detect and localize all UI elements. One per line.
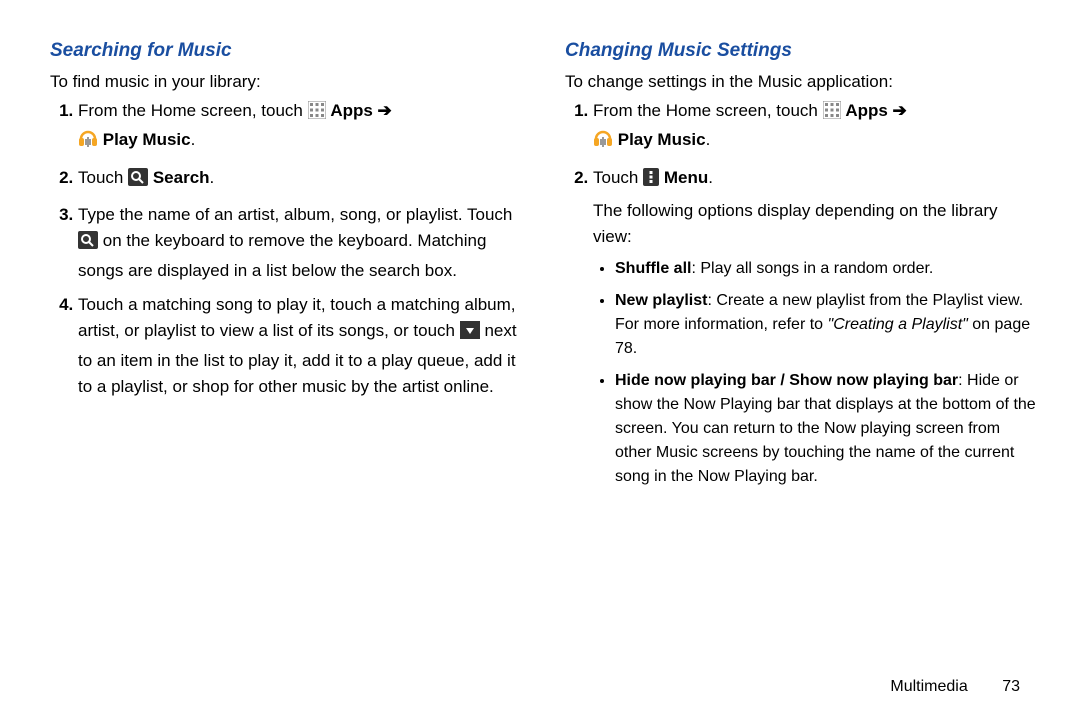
search-label: Search	[153, 168, 210, 187]
apps-label: Apps	[845, 101, 888, 120]
footer-page-number: 73	[1002, 678, 1020, 695]
option-shuffle: Shuffle all: Play all songs in a random …	[615, 257, 1040, 281]
step-2: Touch Menu. The following options displa…	[593, 165, 1040, 489]
step-1: From the Home screen, touch Apps ➔ Play …	[593, 98, 1040, 157]
heading-searching: Searching for Music	[50, 40, 525, 62]
options-intro: The following options display depending …	[593, 198, 1040, 251]
steps-left: From the Home screen, touch Apps ➔ Play …	[50, 98, 525, 400]
apps-grid-icon	[823, 101, 841, 127]
option-now-playing-bar: Hide now playing bar / Show now playing …	[615, 369, 1040, 489]
play-music-icon	[593, 130, 613, 156]
left-column: Searching for Music To find music in you…	[50, 40, 525, 497]
play-music-label: Play Music	[618, 130, 706, 149]
search-icon	[128, 168, 148, 194]
search-icon	[78, 231, 98, 257]
apps-label: Apps	[330, 101, 373, 120]
step-3: Type the name of an artist, album, song,…	[78, 202, 525, 284]
menu-label: Menu	[664, 168, 708, 187]
step-2: Touch Search.	[78, 165, 525, 194]
steps-right: From the Home screen, touch Apps ➔ Play …	[565, 98, 1040, 489]
apps-grid-icon	[308, 101, 326, 127]
intro-right: To change settings in the Music applicat…	[565, 72, 1040, 92]
footer-section: Multimedia	[890, 678, 967, 695]
heading-settings: Changing Music Settings	[565, 40, 1040, 62]
options-list: Shuffle all: Play all songs in a random …	[593, 257, 1040, 489]
menu-icon	[643, 168, 659, 194]
right-column: Changing Music Settings To change settin…	[565, 40, 1040, 497]
cross-ref: "Creating a Playlist"	[828, 316, 968, 333]
intro-left: To find music in your library:	[50, 72, 525, 92]
play-music-icon	[78, 130, 98, 156]
option-new-playlist: New playlist: Create a new playlist from…	[615, 289, 1040, 361]
page-footer: Multimedia 73	[890, 678, 1020, 696]
play-music-label: Play Music	[103, 130, 191, 149]
overflow-menu-icon	[460, 321, 480, 347]
step-4: Touch a matching song to play it, touch …	[78, 292, 525, 400]
step-1: From the Home screen, touch Apps ➔ Play …	[78, 98, 525, 157]
